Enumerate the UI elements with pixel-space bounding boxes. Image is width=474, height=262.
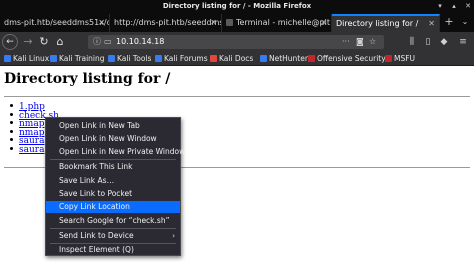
bookmark-kali-linux[interactable]: Kali Linux bbox=[4, 52, 49, 66]
file-link[interactable]: saura bbox=[19, 145, 44, 155]
kali-icon bbox=[155, 55, 162, 62]
kali-icon bbox=[108, 55, 115, 62]
menu-icon[interactable]: ≡ bbox=[456, 34, 470, 50]
msfu-icon bbox=[385, 55, 392, 62]
maximize-icon[interactable]: ▴ bbox=[450, 2, 458, 10]
menu-item-send-to-device[interactable]: Send Link to Device › bbox=[46, 230, 180, 242]
window-title: Directory listing for / - Mozilla Firefo… bbox=[162, 2, 312, 10]
menu-item-copy-link-location[interactable]: Copy Link Location bbox=[46, 201, 180, 213]
page-heading: Directory listing for / bbox=[4, 71, 171, 87]
menu-separator bbox=[50, 228, 176, 229]
pocket-icon[interactable]: ◙ bbox=[356, 35, 364, 49]
bookmark-nethunter[interactable]: NetHunter bbox=[260, 52, 308, 66]
menu-separator bbox=[50, 159, 176, 160]
bookmark-label: Kali Linux bbox=[13, 54, 50, 63]
home-icon[interactable]: ⌂ bbox=[52, 34, 68, 50]
bookmark-offensive-security[interactable]: Offensive Security bbox=[308, 52, 386, 66]
tab-terminal[interactable]: Terminal - michelle@pit ✕ bbox=[222, 14, 332, 32]
tab-seeddms[interactable]: http://dms-pit.htb/seeddms ✕ bbox=[110, 14, 222, 32]
tab-list-chevron-icon[interactable]: ⌄ bbox=[459, 16, 471, 28]
bullet bbox=[10, 121, 13, 125]
tab-strip: dms-pit.htb/seeddms51x/da ✕ http://dms-p… bbox=[0, 12, 474, 32]
extension-icon[interactable]: ◆ bbox=[437, 34, 451, 50]
bookmark-kali-docs[interactable]: Kali Docs bbox=[210, 52, 253, 66]
divider bbox=[4, 96, 470, 97]
bookmark-label: Kali Training bbox=[59, 54, 105, 63]
navigation-toolbar: ← → ↻ ⌂ ⓘ ▭ 10.10.14.18 ··· ◙ ☆ ⫼ ▯ ◆ ≡ bbox=[0, 32, 474, 52]
tab-directory-listing[interactable]: Directory listing for / ✕ bbox=[332, 14, 440, 32]
terminal-icon bbox=[226, 19, 233, 26]
menu-item-open-new-window[interactable]: Open Link in New Window bbox=[46, 133, 180, 145]
forward-arrow-icon[interactable]: → bbox=[20, 34, 36, 50]
bookmark-label: NetHunter bbox=[269, 54, 308, 63]
bookmark-kali-training[interactable]: Kali Training bbox=[50, 52, 105, 66]
menu-item-inspect-element[interactable]: Inspect Element (Q) bbox=[46, 244, 180, 256]
reload-icon[interactable]: ↻ bbox=[36, 34, 52, 50]
close-tab-icon[interactable]: ✕ bbox=[98, 14, 105, 32]
tab-label: Terminal - michelle@pit bbox=[236, 18, 330, 27]
bookmark-msfu[interactable]: MSFU bbox=[385, 52, 415, 66]
menu-item-open-private-window[interactable]: Open Link in New Private Window bbox=[46, 146, 185, 158]
close-window-icon[interactable]: ✕ bbox=[464, 2, 472, 10]
lock-icon[interactable]: ▭ bbox=[104, 35, 112, 49]
close-tab-icon[interactable]: ✕ bbox=[210, 14, 217, 32]
url-bar[interactable]: ⓘ ▭ 10.10.14.18 ··· ◙ ☆ bbox=[88, 35, 384, 49]
bullet bbox=[10, 104, 13, 107]
bullet bbox=[10, 129, 13, 133]
tab-label: Directory listing for / bbox=[336, 19, 419, 28]
menu-item-save-to-pocket[interactable]: Save Link to Pocket bbox=[46, 188, 180, 200]
bookmark-label: Kali Docs bbox=[219, 54, 254, 63]
bookmarks-toolbar: Kali Linux Kali Training Kali Tools Kali… bbox=[0, 52, 474, 66]
url-text[interactable]: 10.10.14.18 bbox=[116, 35, 164, 49]
menu-item-save-link-as[interactable]: Save Link As… bbox=[46, 175, 180, 187]
menu-item-search-google[interactable]: Search Google for “check.sh” bbox=[46, 215, 180, 227]
bookmark-label: MSFU bbox=[394, 54, 416, 63]
bookmark-label: Kali Forums bbox=[164, 54, 208, 63]
menu-item-label: Send Link to Device bbox=[59, 231, 134, 240]
bookmark-label: Offensive Security bbox=[317, 54, 386, 63]
close-tab-icon[interactable]: ✕ bbox=[428, 16, 435, 32]
offsec-icon bbox=[308, 55, 315, 62]
library-icon[interactable]: ⫼ bbox=[405, 34, 419, 50]
info-icon[interactable]: ⓘ bbox=[93, 35, 101, 49]
tab-label: dms-pit.htb/seeddms51x/da bbox=[4, 18, 110, 27]
bullet bbox=[10, 146, 13, 150]
docs-icon bbox=[210, 55, 217, 62]
bookmark-kali-tools[interactable]: Kali Tools bbox=[108, 52, 151, 66]
menu-item-open-new-tab[interactable]: Open Link in New Tab bbox=[46, 120, 180, 132]
back-arrow-icon[interactable]: ← bbox=[2, 34, 18, 50]
window-titlebar: Directory listing for / - Mozilla Firefo… bbox=[0, 0, 474, 12]
tab-label: http://dms-pit.htb/seeddms bbox=[114, 18, 222, 27]
bookmark-label: Kali Tools bbox=[117, 54, 152, 63]
submenu-arrow-icon: › bbox=[172, 232, 175, 240]
minimize-icon[interactable]: ▾ bbox=[436, 2, 444, 10]
new-tab-icon[interactable]: + bbox=[443, 16, 455, 28]
nethunter-icon bbox=[260, 55, 267, 62]
page-actions-icon[interactable]: ··· bbox=[342, 35, 350, 49]
sidebar-icon[interactable]: ▯ bbox=[421, 34, 435, 50]
bookmark-star-icon[interactable]: ☆ bbox=[369, 35, 376, 49]
menu-item-bookmark-link[interactable]: Bookmark This Link bbox=[46, 161, 180, 173]
bookmark-kali-forums[interactable]: Kali Forums bbox=[155, 52, 208, 66]
context-menu: Open Link in New Tab Open Link in New Wi… bbox=[45, 117, 185, 256]
close-tab-icon[interactable]: ✕ bbox=[320, 14, 327, 32]
bullet bbox=[10, 112, 13, 116]
tab-seeddms-data[interactable]: dms-pit.htb/seeddms51x/da ✕ bbox=[0, 14, 110, 32]
kali-icon bbox=[50, 55, 57, 62]
bullet bbox=[10, 138, 13, 142]
kali-icon bbox=[4, 55, 11, 62]
